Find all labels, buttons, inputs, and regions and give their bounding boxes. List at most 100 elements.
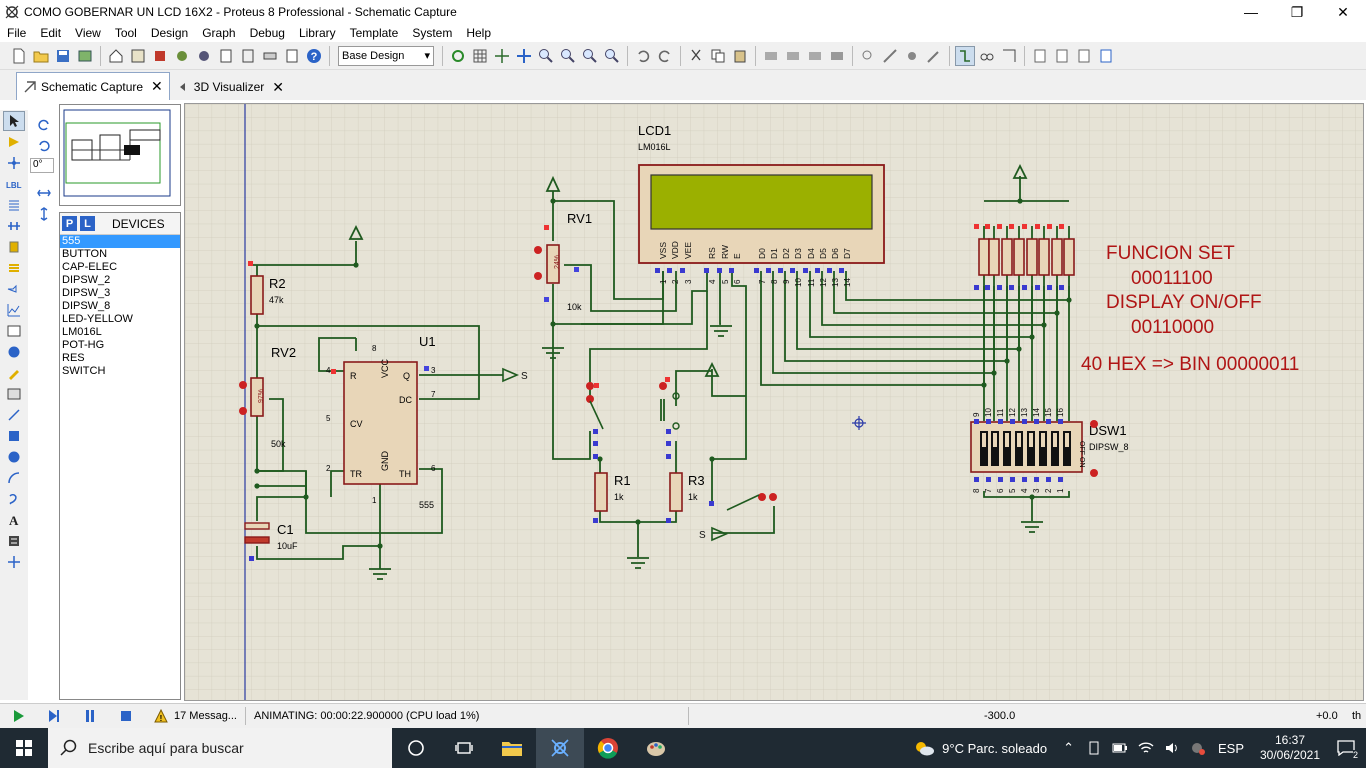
library-manager-button[interactable]: L (80, 216, 95, 231)
block-move-icon[interactable] (783, 46, 803, 66)
tab-schematic-capture[interactable]: Schematic Capture ✕ (16, 72, 170, 100)
menu-system[interactable]: System (405, 26, 459, 40)
paint-icon[interactable] (632, 728, 680, 768)
decompose-icon[interactable] (924, 46, 944, 66)
menu-design[interactable]: Design (144, 26, 195, 40)
save-icon[interactable] (53, 46, 73, 66)
device-item[interactable]: POT-HG (60, 339, 180, 352)
block-copy-icon[interactable] (761, 46, 781, 66)
wire-label-icon[interactable]: LBL (3, 174, 25, 194)
menu-graph[interactable]: Graph (195, 26, 242, 40)
search-tag-icon[interactable] (977, 46, 997, 66)
close-tab-icon[interactable]: ✕ (151, 78, 163, 95)
battery-icon[interactable] (1112, 740, 1128, 756)
switch-toggle[interactable] (758, 493, 766, 501)
tab-3d-visualizer[interactable]: 3D Visualizer ✕ (172, 74, 290, 100)
device-item[interactable]: CAP-ELEC (60, 261, 180, 274)
clock[interactable]: 16:37 30/06/2021 (1254, 733, 1326, 763)
3d-icon[interactable] (172, 46, 192, 66)
zoom-in-icon[interactable] (536, 46, 556, 66)
restore-button[interactable]: ❐ (1274, 0, 1320, 24)
r3-resistor[interactable] (669, 472, 683, 512)
device-item[interactable]: BUTTON (60, 248, 180, 261)
chrome-icon[interactable] (584, 728, 632, 768)
r2-resistor[interactable] (250, 275, 264, 315)
stop-button[interactable] (116, 706, 136, 726)
new-sheet-icon[interactable] (1030, 46, 1050, 66)
rotate-clockwise-icon[interactable] (33, 115, 55, 135)
start-button[interactable] (0, 728, 48, 768)
symbol-mode-icon[interactable] (3, 531, 25, 551)
dsw1-all-off-button[interactable] (1090, 469, 1098, 477)
button-1[interactable] (586, 382, 594, 390)
device-item[interactable]: RES (60, 352, 180, 365)
device-item[interactable]: DIPSW_3 (60, 287, 180, 300)
grid-icon[interactable] (470, 46, 490, 66)
menu-file[interactable]: File (0, 26, 33, 40)
packaging-tool-icon[interactable] (902, 46, 922, 66)
help-icon[interactable]: ? (304, 46, 324, 66)
new-file-icon[interactable] (9, 46, 29, 66)
line-mode-icon[interactable] (3, 405, 25, 425)
virtual-instruments-icon[interactable] (3, 384, 25, 404)
close-tab-icon[interactable]: ✕ (272, 79, 284, 96)
menu-library[interactable]: Library (292, 26, 343, 40)
tape-recorder-icon[interactable] (3, 321, 25, 341)
wifi-icon[interactable] (1138, 740, 1154, 756)
step-button[interactable] (44, 706, 64, 726)
rotation-angle-field[interactable]: 0° (30, 158, 54, 173)
pick-devices-button[interactable]: P (62, 216, 77, 231)
notes-icon[interactable] (282, 46, 302, 66)
security-status-icon[interactable] (1190, 740, 1206, 756)
rv2-decrement-button[interactable] (239, 407, 247, 415)
schematic-icon[interactable] (128, 46, 148, 66)
menu-view[interactable]: View (68, 26, 108, 40)
property-tool-icon[interactable] (999, 46, 1019, 66)
design-explorer-icon[interactable] (216, 46, 236, 66)
graph-mode-icon[interactable] (3, 300, 25, 320)
zoom-all-icon[interactable] (580, 46, 600, 66)
cortana-icon[interactable] (392, 728, 440, 768)
device-item[interactable]: 555 (60, 235, 180, 248)
box-mode-icon[interactable] (3, 426, 25, 446)
text-script-icon[interactable] (3, 195, 25, 215)
design-variant-select[interactable]: Base Design ▾ (338, 45, 434, 66)
rv1-decrement-button[interactable] (534, 272, 542, 280)
path-mode-icon[interactable] (3, 489, 25, 509)
selection-mode-icon[interactable] (3, 111, 25, 131)
rv2-increment-button[interactable] (239, 381, 247, 389)
device-pins-icon[interactable] (3, 279, 25, 299)
notifications-button[interactable]: 2 (1326, 728, 1366, 768)
junction-dot-icon[interactable] (3, 153, 25, 173)
cut-icon[interactable] (686, 46, 706, 66)
copy-icon[interactable] (708, 46, 728, 66)
mirror-y-icon[interactable] (33, 204, 55, 224)
wire-autorouter-icon[interactable] (955, 45, 975, 66)
gerber-icon[interactable] (194, 46, 214, 66)
file-explorer-icon[interactable] (488, 728, 536, 768)
menu-template[interactable]: Template (343, 26, 406, 40)
subcircuit-icon[interactable] (3, 237, 25, 257)
dsw1-all-on-button[interactable] (1090, 420, 1098, 428)
circle-mode-icon[interactable] (3, 447, 25, 467)
schematic-canvas[interactable]: S S R2 47k 97% RV2 50k C1 10uF U1 555 R … (184, 103, 1364, 701)
device-item[interactable]: DIPSW_8 (60, 300, 180, 313)
bom-icon[interactable] (238, 46, 258, 66)
origin-icon[interactable] (492, 46, 512, 66)
task-view-icon[interactable] (440, 728, 488, 768)
block-rotate-icon[interactable] (805, 46, 825, 66)
device-item[interactable]: DIPSW_2 (60, 274, 180, 287)
generator-icon[interactable] (3, 342, 25, 362)
minimize-button[interactable]: — (1228, 0, 1274, 24)
undo-icon[interactable] (633, 46, 653, 66)
r1-resistor[interactable] (594, 472, 608, 512)
goto-sheet-icon[interactable] (1074, 46, 1094, 66)
text-mode-icon[interactable]: A (3, 510, 25, 530)
open-folder-icon[interactable] (31, 46, 51, 66)
make-device-icon[interactable] (880, 46, 900, 66)
weather-text[interactable]: 9°C Parc. soleado (942, 741, 1047, 756)
chevron-up-icon[interactable]: ⌃ (1063, 740, 1074, 756)
pcb-icon[interactable] (150, 46, 170, 66)
menu-help[interactable]: Help (459, 26, 498, 40)
proteus-taskbar-icon[interactable] (536, 728, 584, 768)
